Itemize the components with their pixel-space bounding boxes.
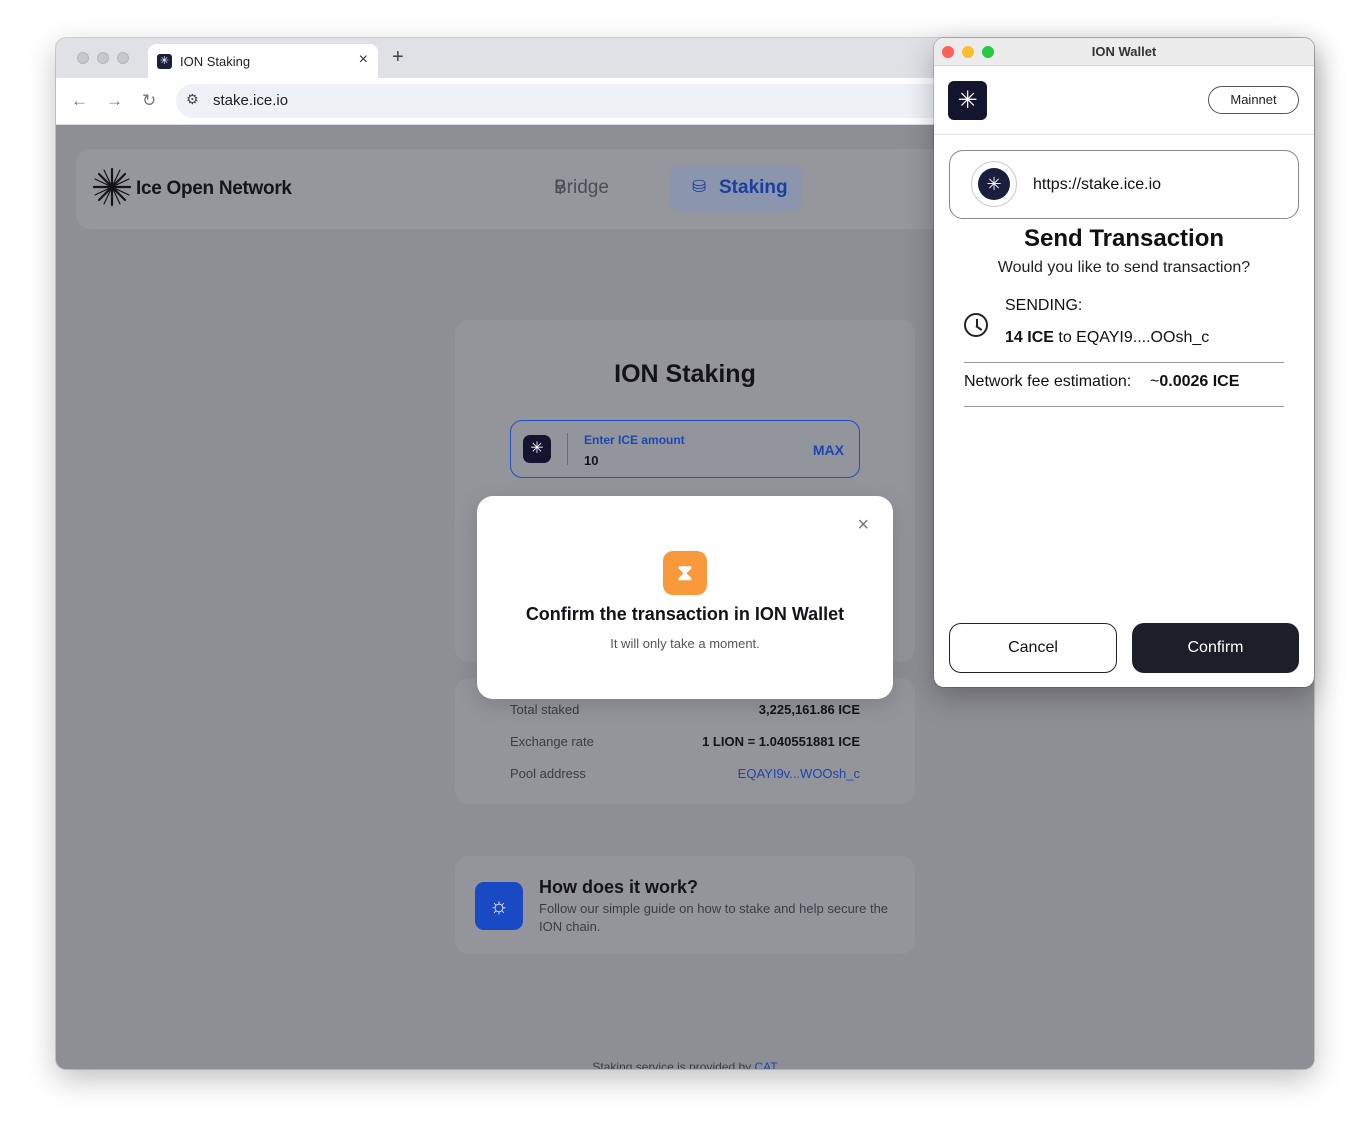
origin-card: ✳ https://stake.ice.io [949,150,1299,219]
ion-wallet-window: ION Wallet ✳ Mainnet ✳ https://stake.ice… [934,38,1314,687]
forward-arrow-icon[interactable]: → [106,91,123,111]
close-window-button[interactable] [77,52,89,64]
new-tab-button[interactable]: + [392,46,404,69]
close-icon[interactable]: × [857,514,869,537]
stat-key: Exchange rate [510,734,594,749]
footer-text: Staking service is provided by [592,1060,755,1069]
clock-icon [964,313,988,337]
stat-key: Pool address [510,766,586,781]
zoom-window-button[interactable] [117,52,129,64]
wallet-titlebar: ION Wallet [934,38,1314,66]
sending-detail: 14 ICE to EQAYI9....OOsh_c [1005,329,1209,347]
sending-amount: 14 ICE [1005,329,1054,346]
minimize-window-button[interactable] [97,52,109,64]
bridge-icon: ⚲ [554,177,567,196]
modal-subtitle: It will only take a moment. [610,636,760,651]
footer: Staking service is provided by CAT [56,1060,1314,1069]
divider [964,406,1284,407]
cancel-button[interactable]: Cancel [949,623,1117,673]
fee-label: Network fee estimation: [964,373,1132,390]
fee-prefix: ~ [1150,373,1160,390]
amount-label: Enter ICE amount [584,433,685,447]
how-it-works-card[interactable]: ☼ How does it work? Follow our simple gu… [455,856,915,954]
coins-icon: ⛁ [692,177,707,196]
nav-bridge[interactable]: ⚲ Bridge [554,177,609,199]
amount-input[interactable]: ✳ Enter ICE amount 10 MAX [510,420,860,478]
modal-title: Confirm the transaction in ION Wallet [525,604,845,624]
ion-logo-icon: ✳ [157,54,172,69]
fee-amount: 0.0026 ICE [1159,373,1240,390]
brand-name[interactable]: Ice Open Network [136,178,292,200]
lightbulb-icon: ☼ [475,882,523,930]
how-title: How does it work? [539,877,699,897]
origin-url: https://stake.ice.io [1033,176,1162,193]
stat-value: 1 LION = 1.040551881 ICE [702,734,860,749]
stat-value: 3,225,161.86 ICE [758,702,860,717]
footer-cat-link[interactable]: CAT [754,1060,777,1069]
amount-value[interactable]: 10 [584,453,598,468]
max-button[interactable]: MAX [813,442,844,458]
address-url[interactable]: stake.ice.io [213,92,288,109]
sending-recipient: to EQAYI9....OOsh_c [1053,329,1210,346]
tab-close-icon[interactable]: × [359,51,368,69]
divider [934,134,1314,135]
pool-address-link[interactable]: EQAYI9v...WOOsh_c [738,766,860,781]
divider [964,362,1284,363]
hourglass-icon: ⧗ [663,551,707,595]
confirm-modal: × ⧗ Confirm the transaction in ION Walle… [477,496,893,699]
network-selector[interactable]: Mainnet [1208,86,1299,114]
fee-value: ~0.0026 ICE [1150,373,1239,391]
wallet-window-title: ION Wallet [1091,44,1157,59]
ion-logo-icon [92,167,132,207]
site-settings-icon[interactable]: ⚙ [186,91,199,108]
divider [567,433,568,465]
tab-ion-staking[interactable]: ✳ ION Staking × [148,44,378,78]
card-title: ION Staking [614,360,756,388]
wallet-question: Would you like to send transaction? [997,259,1251,276]
nav-staking[interactable]: ⛁ Staking [670,165,802,211]
ice-token-icon: ✳ [523,435,551,463]
stat-key: Total staked [510,702,580,717]
address-bar[interactable]: ⚙ stake.ice.io [176,84,956,118]
how-description: Follow our simple guide on how to stake … [539,901,889,934]
tab-title: ION Staking [180,54,251,69]
reload-icon[interactable]: ↻ [142,91,156,111]
back-arrow-icon[interactable]: ← [71,91,88,111]
nav-staking-label: Staking [719,177,788,198]
wallet-heading: Send Transaction [1023,225,1225,252]
wallet-logo-icon: ✳ [948,81,987,120]
confirm-button[interactable]: Confirm [1132,623,1299,673]
site-icon: ✳ [971,161,1017,207]
sending-label: SENDING: [1005,297,1083,314]
